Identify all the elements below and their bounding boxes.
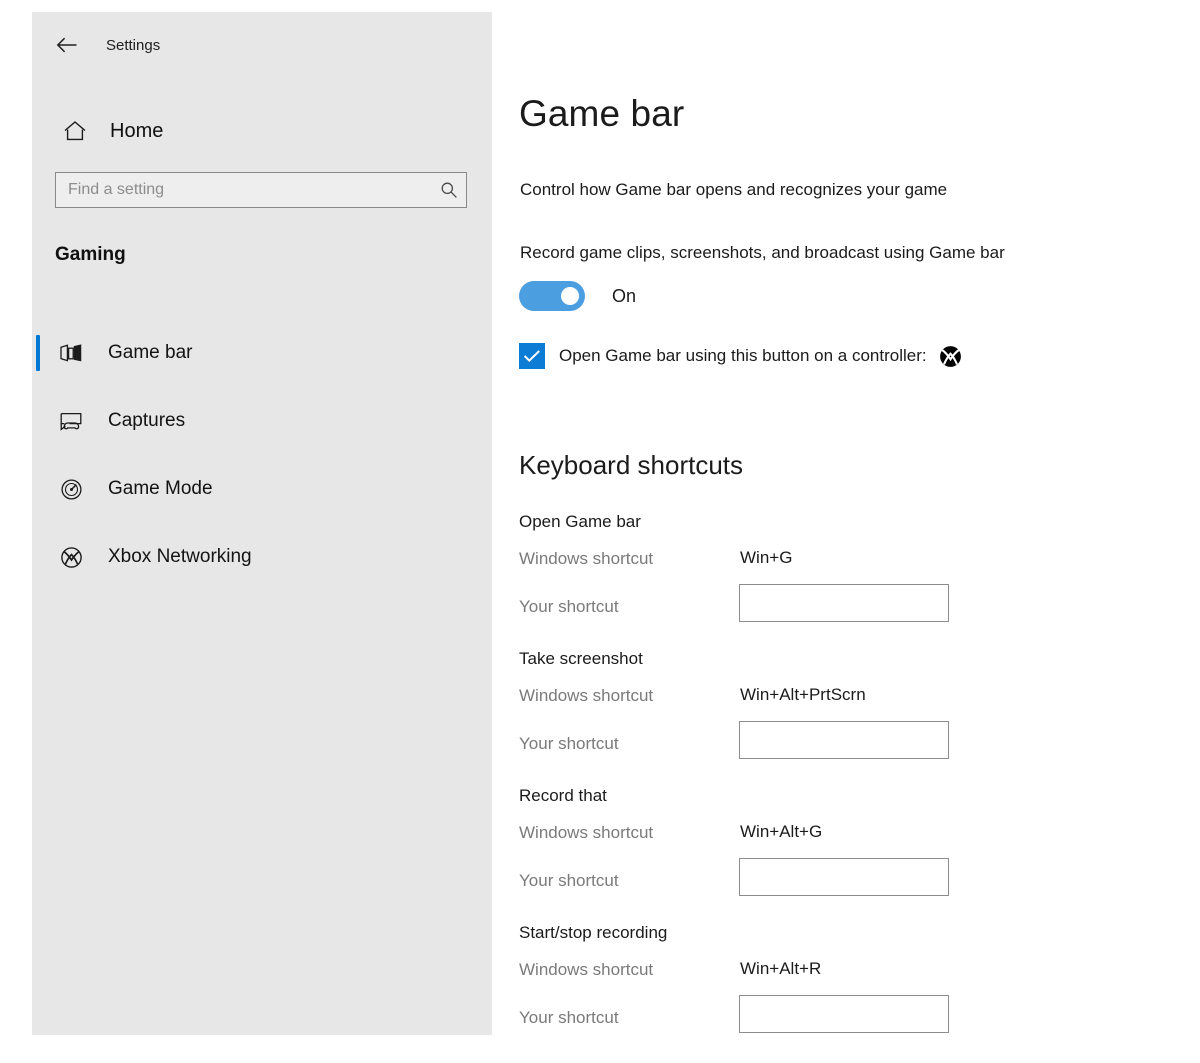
sidebar-item-label: Captures: [108, 410, 186, 431]
sidebar-item-game-bar[interactable]: Game bar: [32, 319, 492, 387]
shortcut-name: Open Game bar: [519, 512, 641, 531]
toggle-state-label: On: [612, 285, 637, 306]
keyboard-shortcuts-list: Open Game bar Windows shortcut Win+G You…: [492, 512, 1200, 1060]
your-shortcut-input[interactable]: [739, 584, 949, 622]
your-shortcut-label: Your shortcut: [519, 597, 619, 616]
shortcut-block: Open Game bar Windows shortcut Win+G You…: [492, 512, 1200, 649]
sidebar-home-label: Home: [110, 119, 164, 142]
game-mode-icon: [54, 478, 88, 501]
controller-checkbox[interactable]: [519, 343, 545, 369]
record-toggle-switch[interactable]: [520, 282, 584, 310]
selection-accent-bar: [36, 335, 40, 371]
controller-checkbox-label: Open Game bar using this button on a con…: [559, 346, 927, 365]
xbox-icon: [54, 546, 88, 569]
search-input[interactable]: [56, 173, 432, 207]
page-subtitle: Control how Game bar opens and recognize…: [520, 180, 948, 199]
main-content: Game bar Control how Game bar opens and …: [492, 0, 1200, 1063]
record-setting-label: Record game clips, screenshots, and broa…: [520, 243, 1005, 262]
xbox-icon: [939, 345, 962, 368]
windows-shortcut-label: Windows shortcut: [519, 960, 654, 979]
titlebar-label: Settings: [106, 36, 161, 54]
your-shortcut-label: Your shortcut: [519, 1008, 619, 1027]
game-bar-icon: [54, 343, 88, 363]
shortcut-name: Start/stop recording: [519, 923, 668, 942]
your-shortcut-input[interactable]: [739, 995, 949, 1033]
record-toggle-row: On: [520, 282, 636, 310]
sidebar-item-xbox-networking[interactable]: Xbox Networking: [32, 523, 492, 591]
selection-accent-bar: [36, 539, 40, 575]
search-box[interactable]: [55, 172, 467, 208]
sidebar-category-title: Gaming: [55, 244, 126, 265]
sidebar-item-home[interactable]: Home: [32, 108, 492, 154]
windows-shortcut-label: Windows shortcut: [519, 823, 654, 842]
selection-accent-bar: [36, 403, 40, 439]
search-icon: [432, 181, 466, 199]
windows-shortcut-value: Win+Alt+R: [740, 959, 822, 978]
controller-checkbox-row: Open Game bar using this button on a con…: [519, 343, 962, 369]
toggle-knob: [561, 287, 579, 305]
settings-sidebar: Settings Home Gaming: [32, 12, 492, 1035]
windows-shortcut-value: Win+Alt+G: [740, 822, 823, 841]
your-shortcut-label: Your shortcut: [519, 734, 619, 753]
sidebar-item-captures[interactable]: Captures: [32, 387, 492, 455]
keyboard-shortcuts-heading: Keyboard shortcuts: [519, 450, 744, 480]
home-icon: [54, 120, 96, 142]
sidebar-item-label: Xbox Networking: [108, 546, 252, 567]
windows-shortcut-label: Windows shortcut: [519, 686, 654, 705]
back-button[interactable]: [46, 37, 88, 53]
shortcut-name: Take screenshot: [519, 649, 643, 668]
your-shortcut-input[interactable]: [739, 721, 949, 759]
page-title: Game bar: [519, 93, 685, 134]
shortcut-block: Record that Windows shortcut Win+Alt+G Y…: [492, 786, 1200, 923]
shortcut-block: Start/stop recording Windows shortcut Wi…: [492, 923, 1200, 1060]
selection-accent-bar: [36, 471, 40, 507]
windows-shortcut-value: Win+Alt+PrtScrn: [740, 685, 866, 704]
sidebar-item-game-mode[interactable]: Game Mode: [32, 455, 492, 523]
captures-icon: [54, 411, 88, 432]
your-shortcut-label: Your shortcut: [519, 871, 619, 890]
windows-shortcut-value: Win+G: [740, 548, 793, 567]
windows-shortcut-label: Windows shortcut: [519, 549, 654, 568]
shortcut-name: Record that: [519, 786, 607, 805]
sidebar-nav-list: Game bar Captures Game Mode Xbox Network…: [32, 319, 492, 591]
sidebar-item-label: Game Mode: [108, 478, 213, 499]
shortcut-block: Take screenshot Windows shortcut Win+Alt…: [492, 649, 1200, 786]
sidebar-item-label: Game bar: [108, 342, 193, 363]
your-shortcut-input[interactable]: [739, 858, 949, 896]
titlebar: Settings: [32, 30, 492, 60]
